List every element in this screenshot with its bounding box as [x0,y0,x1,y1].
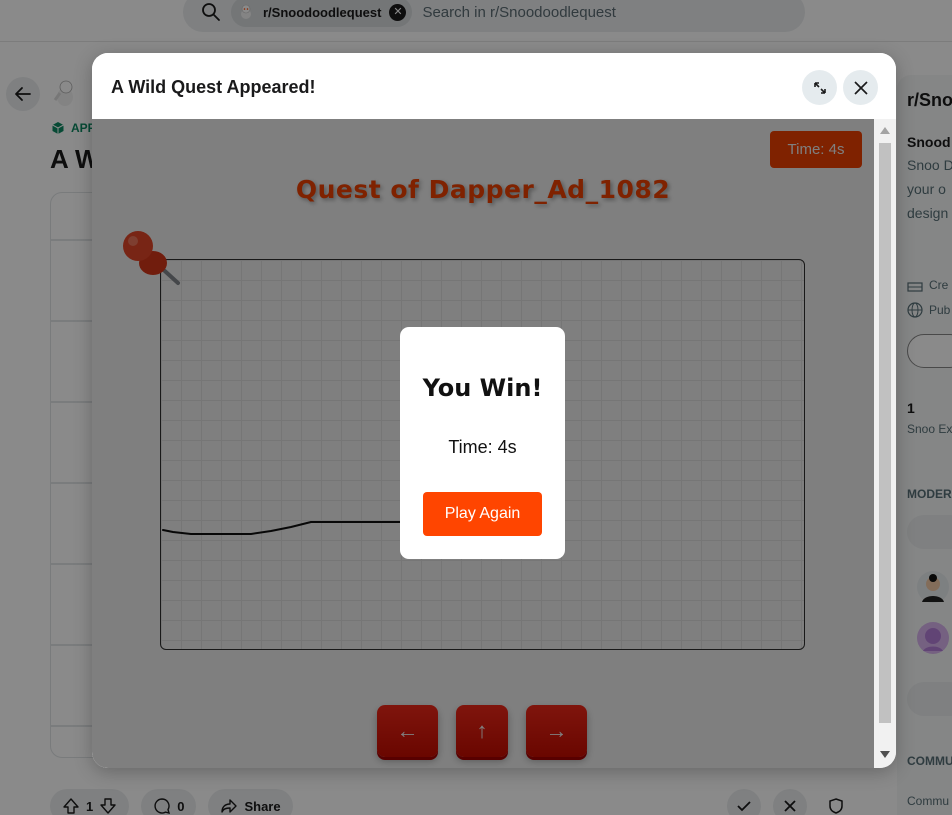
modal-header: A Wild Quest Appeared! [92,53,896,119]
quest-modal: A Wild Quest Appeared! Time: 4s Quest of… [92,53,896,768]
scroll-up-arrow-icon[interactable] [880,127,890,134]
win-dialog: You Win! Time: 4s Play Again [400,327,565,559]
play-again-button[interactable]: Play Again [423,492,542,536]
expand-icon [813,81,826,94]
scroll-down-arrow-icon[interactable] [880,751,890,758]
win-title: You Win! [422,374,543,402]
modal-scrollbar[interactable] [874,119,896,768]
scrollbar-thumb[interactable] [879,143,891,723]
game-viewport: Time: 4s Quest of Dapper_Ad_1082 ← ↑ → Y… [92,119,874,768]
win-time: Time: 4s [448,437,517,457]
expand-button[interactable] [802,70,837,105]
close-modal-button[interactable] [843,70,878,105]
close-icon [853,80,868,95]
modal-title: A Wild Quest Appeared! [111,77,316,97]
